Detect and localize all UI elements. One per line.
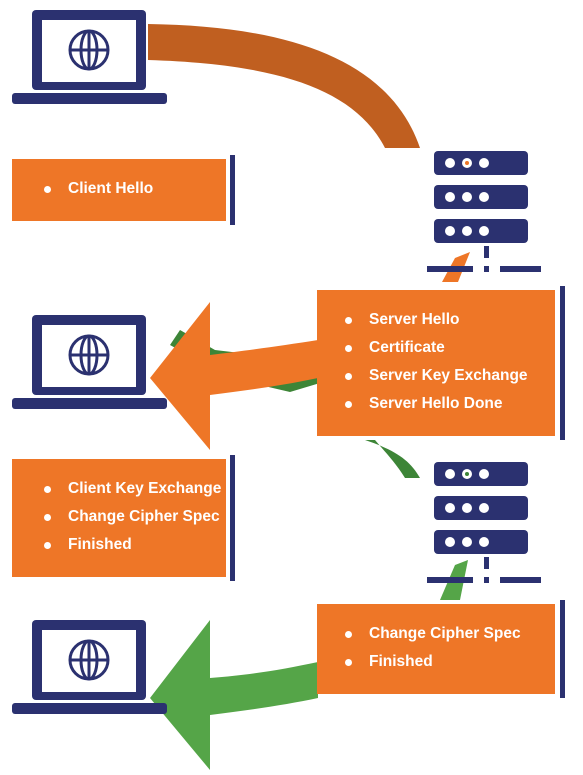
divider-bar	[230, 455, 235, 581]
step-item: Finished	[345, 648, 555, 676]
step-list: Change Cipher Spec Finished	[345, 620, 555, 676]
step-item: Client Key Exchange	[44, 475, 226, 503]
step-list: Client Key Exchange Change Cipher Spec F…	[44, 475, 226, 559]
step-item: Server Hello Done	[345, 390, 555, 418]
step-item: Server Key Exchange	[345, 362, 555, 390]
server-stack-icon-2	[427, 462, 541, 583]
arrow-client-hello	[148, 24, 420, 148]
step-box-server-hello: Server Hello Certificate Server Key Exch…	[317, 290, 555, 436]
server-stack-icon-1	[427, 151, 541, 272]
step-list: Client Hello	[44, 175, 226, 203]
step-box-client-hello: Client Hello	[12, 159, 226, 221]
step-list: Server Hello Certificate Server Key Exch…	[345, 306, 555, 418]
step-item: Change Cipher Spec	[345, 620, 555, 648]
step-item: Client Hello	[44, 175, 226, 203]
step-box-server-finished: Change Cipher Spec Finished	[317, 604, 555, 694]
laptop-globe-icon-2	[12, 315, 167, 409]
laptop-globe-icon-1	[12, 10, 167, 104]
arrow-client-key-exchange-tail	[365, 440, 420, 478]
divider-bar	[560, 600, 565, 698]
divider-bar	[560, 286, 565, 440]
step-item: Finished	[44, 531, 226, 559]
divider-bar	[230, 155, 235, 225]
step-item: Certificate	[345, 334, 555, 362]
step-box-client-key-exchange: Client Key Exchange Change Cipher Spec F…	[12, 459, 226, 577]
arrow-server-hello	[150, 302, 318, 450]
laptop-globe-icon-3	[12, 620, 167, 714]
step-item: Server Hello	[345, 306, 555, 334]
step-item: Change Cipher Spec	[44, 503, 226, 531]
arrow-finished	[150, 620, 318, 770]
